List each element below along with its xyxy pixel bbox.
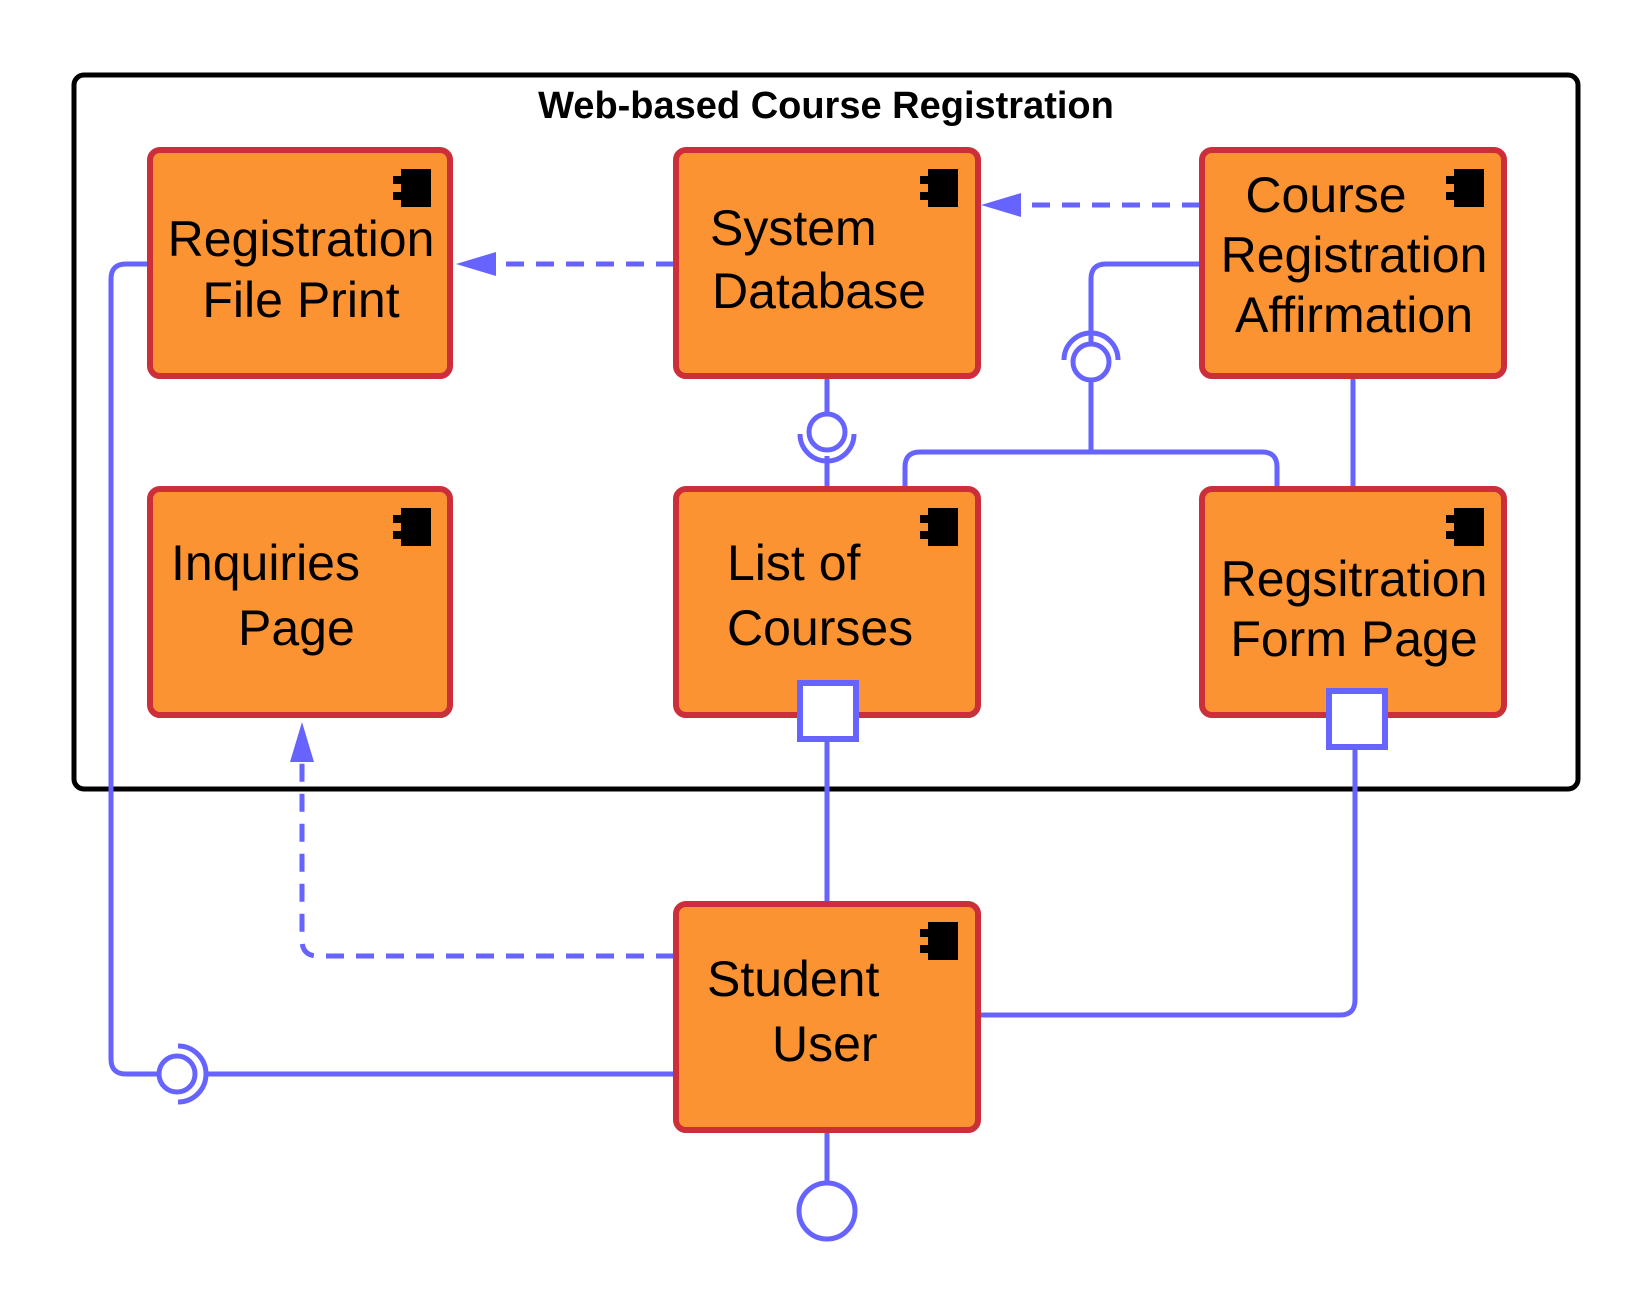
component-label-line2: Registration (1221, 227, 1488, 283)
component-label-line1: Registration (168, 211, 435, 267)
component-student-user[interactable]: Student User (673, 901, 981, 1133)
provided-interface-ball-affirmation (1070, 341, 1112, 383)
component-label-line2: User (772, 1016, 878, 1072)
component-label-line1: Regsitration (1221, 551, 1488, 607)
component-label-line1: List of (727, 535, 861, 591)
component-label-line2: Page (238, 600, 355, 656)
component-label-line1: Course (1245, 167, 1406, 223)
component-label-line2: File Print (202, 272, 399, 328)
component-label-line2: Courses (727, 600, 913, 656)
component-label-line1: System (710, 200, 877, 256)
component-label-line2: Form Page (1230, 611, 1477, 667)
component-diagram: Web-based Course Registration Registrati… (71, 72, 1581, 1242)
assembly-branch-to-list-and-form (902, 449, 1280, 486)
component-registration-form-page[interactable]: Regsitration Form Page (1199, 486, 1507, 750)
component-system-database[interactable]: System Database (673, 147, 981, 379)
port-registration-form-page[interactable] (1326, 688, 1388, 750)
provided-interface-lollipop-student (796, 1180, 858, 1242)
component-label-line3: Affirmation (1235, 287, 1473, 343)
component-inquiries-page[interactable]: Inquiries Page (147, 486, 453, 718)
component-label-line2: Database (712, 263, 926, 319)
dependency-arrowhead-file-print (456, 252, 496, 276)
system-boundary-title: Web-based Course Registration (538, 85, 1114, 127)
assembly-line-affirmation (1088, 261, 1200, 344)
provided-interface-ball-db (806, 411, 848, 453)
port-list-of-courses[interactable] (797, 680, 859, 742)
component-list-of-courses[interactable]: List of Courses (673, 486, 981, 742)
dependency-arrowhead-inquiries (290, 722, 314, 762)
component-label-line1: Inquiries (171, 535, 360, 591)
provided-interface-ball-student (156, 1053, 198, 1095)
dependency-arrowhead-db (981, 193, 1021, 217)
component-registration-file-print[interactable]: Registration File Print (147, 147, 453, 379)
component-label-line1: Student (707, 951, 879, 1007)
component-course-registration-affirmation[interactable]: Course Registration Affirmation (1199, 147, 1507, 379)
